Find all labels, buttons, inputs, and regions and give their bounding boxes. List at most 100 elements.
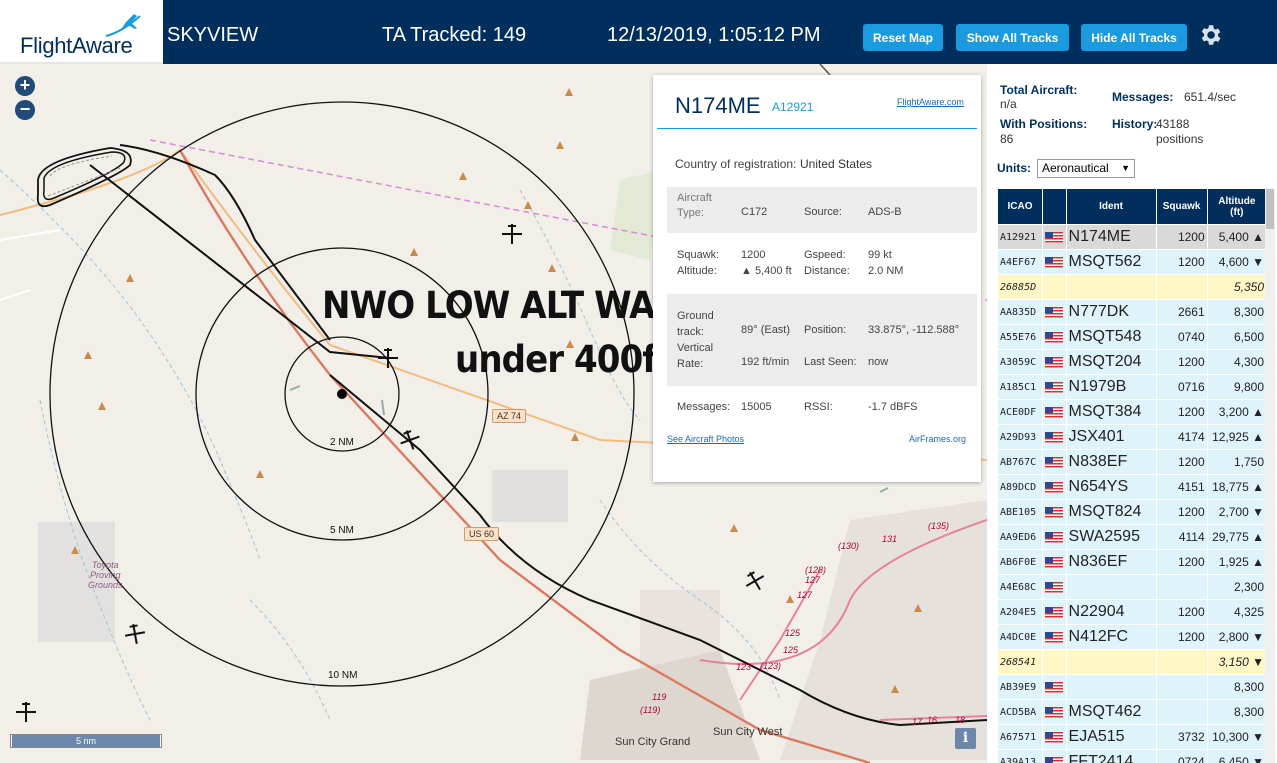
highway-number: 123 [736,662,752,672]
table-row[interactable]: ABE105 MSQT824 1200 2,700 ▼ [997,499,1268,525]
units-label: Units: [997,161,1031,175]
altitude-cell: 8,300 [1206,299,1268,325]
with-positions-label: With Positions: [1000,117,1088,131]
table-row[interactable]: A67571 EJA515 3732 10,300 ▼ [997,724,1268,750]
squawk-cell: 1200 [1155,349,1208,375]
us-flag-icon [1045,707,1063,719]
source-value: ADS-B [868,206,902,218]
aircraft-photos-link[interactable]: See Aircraft Photos [667,434,744,444]
table-row[interactable]: ACD5BA MSQT462 8,300 [997,699,1268,725]
ident-cell: SWA2595 [1065,524,1157,550]
units-value: Aeronautical [1042,161,1109,175]
table-row[interactable]: A4E68C 2,300 [997,574,1268,600]
icao-cell: ABE105 [997,499,1043,525]
chevron-down-icon: ▼ [1121,163,1130,173]
gear-icon[interactable] [1197,22,1223,48]
squawk-cell: 4174 [1155,424,1208,450]
altitude-cell: 2,800 ▼ [1206,624,1268,650]
column-header-icao[interactable]: ICAO [997,188,1043,225]
flag-cell [1042,674,1067,700]
altitude-cell: 9,800 [1206,374,1268,400]
table-row[interactable]: A29D93 JSX401 4174 12,925 ▲ [997,424,1268,450]
icao-cell: A204E5 [997,599,1043,625]
icao-cell: A39A13 [997,749,1043,763]
type-row: Aircraft Type: C172 Source: ADS-B [667,187,977,233]
messages-row: Messages: 15005 RSSI: -1.7 dBFS [667,401,977,421]
squawk-cell: 0724 [1155,749,1208,763]
flightaware-logo[interactable]: FlightAware [0,0,163,64]
highway-number: 127 [797,590,813,600]
altitude-cell: 4,300 [1206,349,1268,375]
squawk-cell: 1200 [1155,224,1208,250]
popup-hex: A12921 [772,100,814,114]
altitude-cell: 29,775 ▲ [1206,524,1268,550]
altitude-cell: 1,750 [1206,449,1268,475]
vrate-value: 192 ft/min [741,356,790,368]
flag-cell [1042,524,1067,550]
table-row[interactable]: A55E76 MSQT548 0740 6,500 [997,324,1268,350]
table-row[interactable]: ACE0DF MSQT384 1200 3,200 ▲ [997,399,1268,425]
table-row[interactable]: AA9ED6 SWA2595 4114 29,775 ▲ [997,524,1268,550]
table-row[interactable]: 26885D 5,350 [997,274,1268,300]
overlay-text-line2: under 400ft [455,338,673,381]
column-header-squawk[interactable]: Squawk [1155,188,1208,225]
squawk-cell: 0716 [1155,374,1208,400]
zoom-out-button[interactable]: − [15,100,35,120]
table-row[interactable]: AB39E9 8,300 [997,674,1268,700]
table-row[interactable]: A12921 N174ME 1200 5,400 ▲ [997,224,1268,250]
table-row[interactable]: A185C1 N1979B 0716 9,800 [997,374,1268,400]
column-header-altitude[interactable]: Altitude (ft) [1206,188,1268,225]
column-header-flag[interactable] [1042,188,1067,225]
ident-cell [1065,674,1157,700]
table-row[interactable]: AB6F0E N836EF 1200 1,925 ▲ [997,549,1268,575]
position-label: Position: [804,324,847,336]
airframes-link[interactable]: AirFrames.org [909,434,966,444]
popup-ident: N174ME [675,93,761,118]
highway-number: 131 [882,534,898,544]
column-header-ident[interactable]: Ident [1065,188,1157,225]
zoom-in-button[interactable]: + [15,76,35,96]
flag-cell [1042,374,1067,400]
icao-cell: A4EF67 [997,249,1043,275]
show-all-tracks-button[interactable]: Show All Tracks [956,24,1069,51]
altitude-cell: 5,350 [1206,274,1268,300]
ident-cell: JSX401 [1065,424,1157,450]
track-row: Ground track: 89° (East) Position: 33.87… [667,294,977,386]
altitude-cell: 5,400 ▲ [1206,224,1268,250]
altitude-cell: 4,600 ▼ [1206,249,1268,275]
table-row[interactable]: AB767C N838EF 1200 1,750 [997,449,1268,475]
history-label: History: [1112,117,1158,131]
flag-cell [1042,449,1067,475]
table-row[interactable]: A89DCD N654YS 4151 18,775 ▲ [997,474,1268,500]
table-row[interactable]: 268541 3,150 ▼ [997,649,1268,675]
reset-map-button[interactable]: Reset Map [863,24,943,51]
flag-cell [1042,324,1067,350]
track-value: 89° (East) [741,324,791,336]
table-row[interactable]: A4EF67 MSQT562 1200 4,600 ▼ [997,249,1268,275]
units-select[interactable]: Aeronautical ▼ [1037,159,1135,178]
table-row[interactable]: AA835D N777DK 2661 8,300 [997,299,1268,325]
table-scrollbar-thumb[interactable] [1266,189,1274,229]
us-flag-icon [1045,532,1063,544]
hide-all-tracks-button[interactable]: Hide All Tracks [1081,24,1187,51]
us-flag-icon [1045,582,1063,594]
icao-cell: AB6F0E [997,549,1043,575]
squawk-cell: 3732 [1155,724,1208,750]
table-row[interactable]: A39A13 FFT2414 0724 6,450 ▼ [997,749,1268,763]
flag-cell [1042,349,1067,375]
table-row[interactable]: A3059C MSQT204 1200 4,300 [997,349,1268,375]
us-flag-icon [1045,507,1063,519]
ident-cell: MSQT204 [1065,349,1157,375]
ident-cell [1065,574,1157,600]
table-row[interactable]: A204E5 N22904 1200 4,325 [997,599,1268,625]
skyview-app: FlightAware SKYVIEW TA Tracked: 149 12/1… [0,0,1277,763]
table-scrollbar[interactable] [1265,188,1275,763]
icao-cell: A4DC0E [997,624,1043,650]
country-value: United States [800,157,873,171]
flightaware-link[interactable]: FlightAware.com [897,97,964,107]
altitude-cell: 1,925 ▲ [1206,549,1268,575]
squawk-cell [1155,649,1208,675]
table-row[interactable]: A4DC0E N412FC 1200 2,800 ▼ [997,624,1268,650]
map-info-button[interactable]: i [955,728,976,749]
us-flag-icon [1045,732,1063,744]
